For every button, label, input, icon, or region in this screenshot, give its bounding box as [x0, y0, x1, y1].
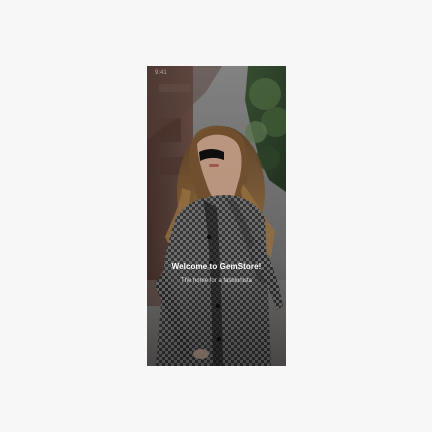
- status-time: 9:41: [155, 70, 167, 76]
- welcome-subtitle: The home for a fashionista: [180, 278, 253, 284]
- fashion-model-photo: [147, 66, 286, 366]
- welcome-title: Welcome to GemStore!: [171, 262, 262, 271]
- screen-canvas: 9:41 Welcome to GemStore! The home for a…: [0, 0, 432, 432]
- welcome-screen: 9:41 Welcome to GemStore! The home for a…: [147, 66, 286, 366]
